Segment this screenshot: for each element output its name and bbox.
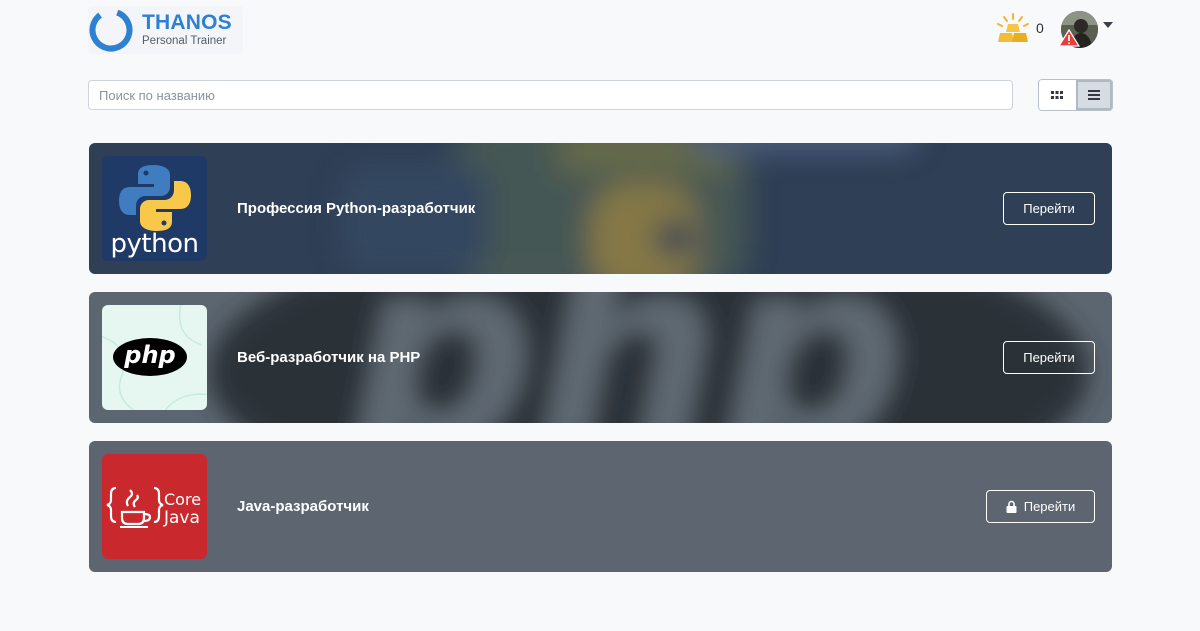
list-view-button[interactable]	[1075, 80, 1112, 110]
logo-text: THANOS Personal Trainer	[142, 12, 232, 48]
go-button[interactable]: Перейти	[1003, 192, 1095, 225]
svg-text:php: php	[345, 292, 906, 423]
chevron-down-icon[interactable]	[1103, 22, 1113, 28]
course-title: Профессия Python-разработчик	[237, 200, 476, 217]
go-button-locked[interactable]: Перейти	[986, 490, 1095, 523]
header: THANOS Personal Trainer 0	[0, 0, 1200, 60]
view-toggle	[1038, 79, 1113, 111]
go-button-label: Перейти	[1023, 201, 1075, 216]
course-card-python: python Профессия Python-разработчик Пере…	[89, 143, 1112, 274]
list-icon	[1087, 90, 1100, 100]
grid-icon	[1051, 91, 1064, 99]
course-card-java: Core Java Java-разработчик Перейти	[89, 441, 1112, 572]
go-button[interactable]: Перейти	[1003, 341, 1095, 374]
gold-bars-icon	[997, 13, 1029, 42]
java-logo: Core Java	[102, 454, 207, 559]
logo-ring-icon	[89, 8, 133, 52]
go-button-label: Перейти	[1023, 350, 1075, 365]
logo-subtitle: Personal Trainer	[142, 35, 227, 48]
coin-count: 0	[1036, 20, 1044, 36]
java-java-text: Java	[164, 508, 200, 528]
grid-view-button[interactable]	[1039, 80, 1076, 110]
java-core-text: Core	[164, 490, 202, 509]
php-logo-text: php	[124, 341, 176, 369]
course-title: Java-разработчик	[237, 498, 369, 515]
logo[interactable]: THANOS Personal Trainer	[88, 6, 243, 54]
warning-icon	[1058, 29, 1080, 47]
course-title: Веб-разработчик на PHP	[237, 349, 421, 366]
lock-icon	[1006, 500, 1017, 513]
go-button-label: Перейти	[1023, 499, 1076, 514]
page: THANOS Personal Trainer 0 Поиск по назва…	[0, 0, 1200, 631]
php-logo: php	[102, 305, 207, 410]
python-logo: python	[102, 156, 207, 261]
search-input[interactable]	[88, 80, 1013, 110]
course-card-php: php php Веб-разработчик на PHP Перейти	[89, 292, 1112, 423]
python-logo-text: python	[110, 229, 199, 259]
logo-title: THANOS	[142, 11, 232, 35]
